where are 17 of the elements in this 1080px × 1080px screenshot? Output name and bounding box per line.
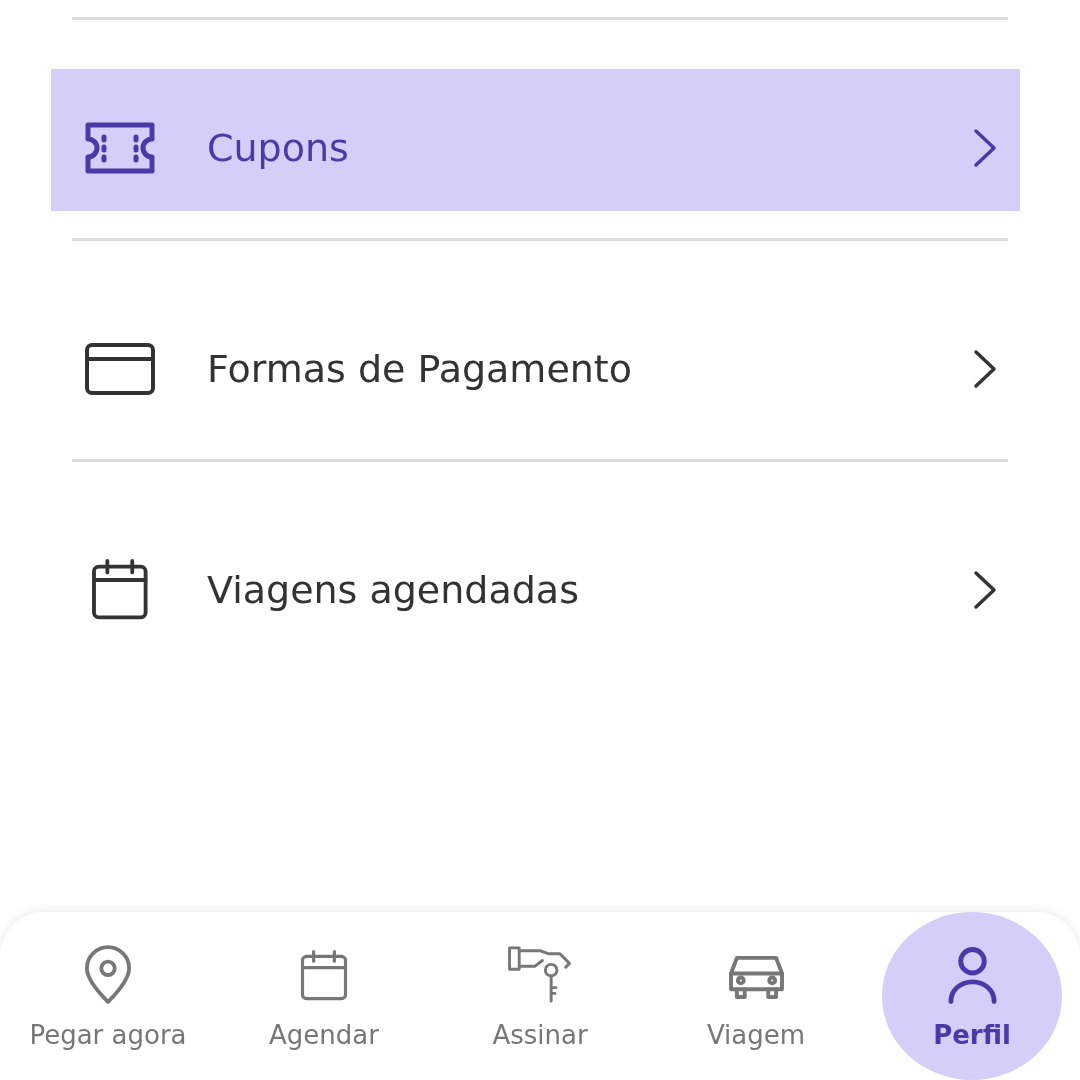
chevron-right-icon: [972, 570, 998, 610]
menu-item[interactable]: Formas de Pagamento: [51, 290, 1020, 432]
ticket-icon: [84, 121, 156, 175]
calendar-icon: [300, 949, 348, 1001]
chevron-right-icon: [972, 349, 998, 389]
chevron-right-icon: [972, 128, 998, 168]
nav-tab[interactable]: Viagem: [656, 921, 856, 1071]
calendar-icon: [91, 559, 149, 621]
location-pin-icon: [84, 945, 132, 1005]
nav-tab[interactable]: Assinar: [440, 921, 640, 1071]
nav-tab[interactable]: Agendar: [224, 921, 424, 1071]
person-icon: [946, 945, 998, 1005]
nav-tab[interactable]: Pegar agora: [8, 921, 208, 1071]
menu-item[interactable]: Cupons: [51, 69, 1020, 211]
nav-tab[interactable]: Perfil: [882, 912, 1062, 1080]
menu-item[interactable]: Viagens agendadas: [51, 511, 1020, 653]
credit-card-icon: [84, 342, 156, 396]
